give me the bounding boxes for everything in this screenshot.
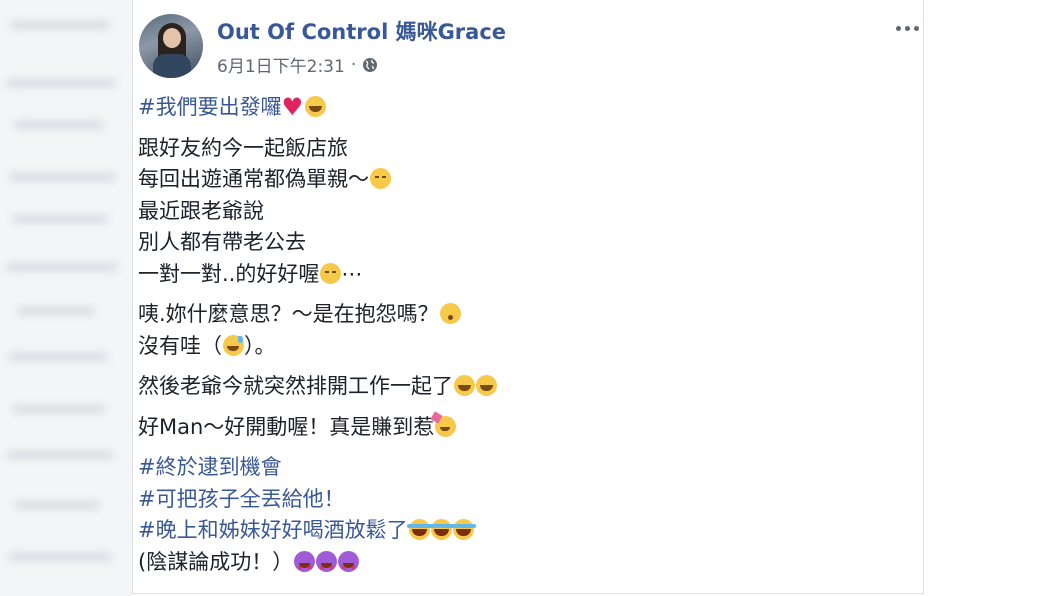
line-text: 咦.妳什麼意思？～是在抱怨嗎？ (138, 302, 439, 326)
line-text: 好Man～好開動喔！真是賺到惹 (138, 414, 435, 439)
post-timestamp[interactable]: 6月1日下午2:31 (217, 52, 345, 77)
post-line: 每回出遊通常都偽單親～ (138, 164, 908, 196)
heart-emoji-icon (282, 92, 304, 124)
post-paragraph: 咦.妳什麼意思？～是在抱怨嗎？ 沒有哇（ ）。 (138, 299, 908, 362)
worried-emoji-icon (439, 303, 461, 324)
line-text: 然後老爺今就突然排開工作一起了 (138, 374, 453, 398)
sad-emoji-icon (370, 168, 391, 189)
background-feed-blurred (0, 0, 132, 596)
post-line: 沒有哇（ ）。 (138, 331, 908, 363)
cry-emoji-icon (428, 519, 454, 540)
meta-separator: · (350, 54, 357, 75)
grin-emoji-icon (476, 375, 497, 396)
line-text: 一對一對..的好好喔 (138, 261, 320, 286)
line-suffix: ）。 (244, 333, 276, 358)
post-paragraph: 跟好友約今一起飯店旅 每回出遊通常都偽單親～ 最近跟老爺說 別人都有帶老公去 一對一對.… (138, 133, 908, 291)
line-text: (陰謀論成功！） (138, 549, 294, 574)
hashtag-link[interactable]: #晚上和姊妹好好喝酒放鬆了 (138, 518, 408, 542)
post-line: #終於逮到機會 (138, 452, 908, 484)
post-line: 最近跟老爺說 (138, 196, 908, 228)
hashtag-link[interactable]: #可把孩子全丟給他！ (138, 487, 345, 511)
line-suffix: ⋯ (341, 261, 363, 286)
post-line: 一對一對..的好好喔 ⋯ (138, 259, 908, 291)
post-line: #我們要出發囉 (138, 92, 908, 124)
post-line: 跟好友約今一起飯店旅 (138, 133, 908, 165)
star-emoji-icon (338, 550, 360, 583)
grin-emoji-icon (304, 96, 326, 117)
star-emoji-icon (316, 550, 338, 583)
post-line: 然後老爺今就突然排開工作一起了 (138, 371, 908, 403)
post-line: (陰謀論成功！） (138, 547, 908, 583)
line-text: 每回出遊通常都偽單親～ (138, 167, 369, 191)
party-emoji-icon (435, 415, 457, 437)
facebook-post: Out Of Control 媽咪Grace 6月1日下午2:31 · #我們要… (132, 0, 924, 594)
line-text: 沒有哇（ (138, 333, 222, 358)
globe-icon[interactable] (362, 57, 378, 73)
post-header: Out Of Control 媽咪Grace 6月1日下午2:31 · (137, 14, 919, 80)
right-margin (926, 0, 1060, 596)
cry-emoji-icon (406, 519, 432, 540)
post-line: 好Man～好開動喔！真是賺到惹 (138, 412, 908, 444)
sweat-emoji-icon (223, 334, 244, 356)
post-body: #我們要出發囉跟好友約今一起飯店旅每回出遊通常都偽單親～ 最近跟老爺說別人都有帶老… (138, 92, 908, 587)
hashtag-link[interactable]: #我們要出發囉 (138, 95, 282, 119)
post-paragraph: #終於逮到機會 #可把孩子全丟給他！ #晚上和姊妹好好喝酒放鬆了 (陰謀論成功！） (138, 452, 908, 583)
grin-emoji-icon (454, 375, 475, 396)
post-line: 別人都有帶老公去 (138, 227, 908, 259)
hashtag-link[interactable]: #終於逮到機會 (138, 455, 282, 479)
post-paragraph: 然後老爺今就突然排開工作一起了 (138, 371, 908, 403)
more-options-icon[interactable] (893, 20, 921, 36)
post-paragraph: #我們要出發囉 (138, 92, 908, 124)
post-line: #晚上和姊妹好好喝酒放鬆了 (138, 515, 908, 547)
star-emoji-icon (294, 550, 316, 583)
post-line: #可把孩子全丟給他！ (138, 484, 908, 516)
post-paragraph: 好Man～好開動喔！真是賺到惹 (138, 412, 908, 444)
sad-emoji-icon (320, 262, 342, 284)
post-meta: 6月1日下午2:31 · (217, 52, 378, 77)
post-line: 咦.妳什麼意思？～是在抱怨嗎？ (138, 299, 908, 331)
cry-emoji-icon (450, 519, 476, 540)
line-text: 跟好友約今一起飯店旅 (138, 135, 348, 160)
line-text: 最近跟老爺說 (138, 198, 264, 223)
avatar[interactable] (139, 14, 203, 78)
line-text: 別人都有帶老公去 (138, 230, 306, 254)
author-name[interactable]: Out Of Control 媽咪Grace (217, 16, 506, 46)
